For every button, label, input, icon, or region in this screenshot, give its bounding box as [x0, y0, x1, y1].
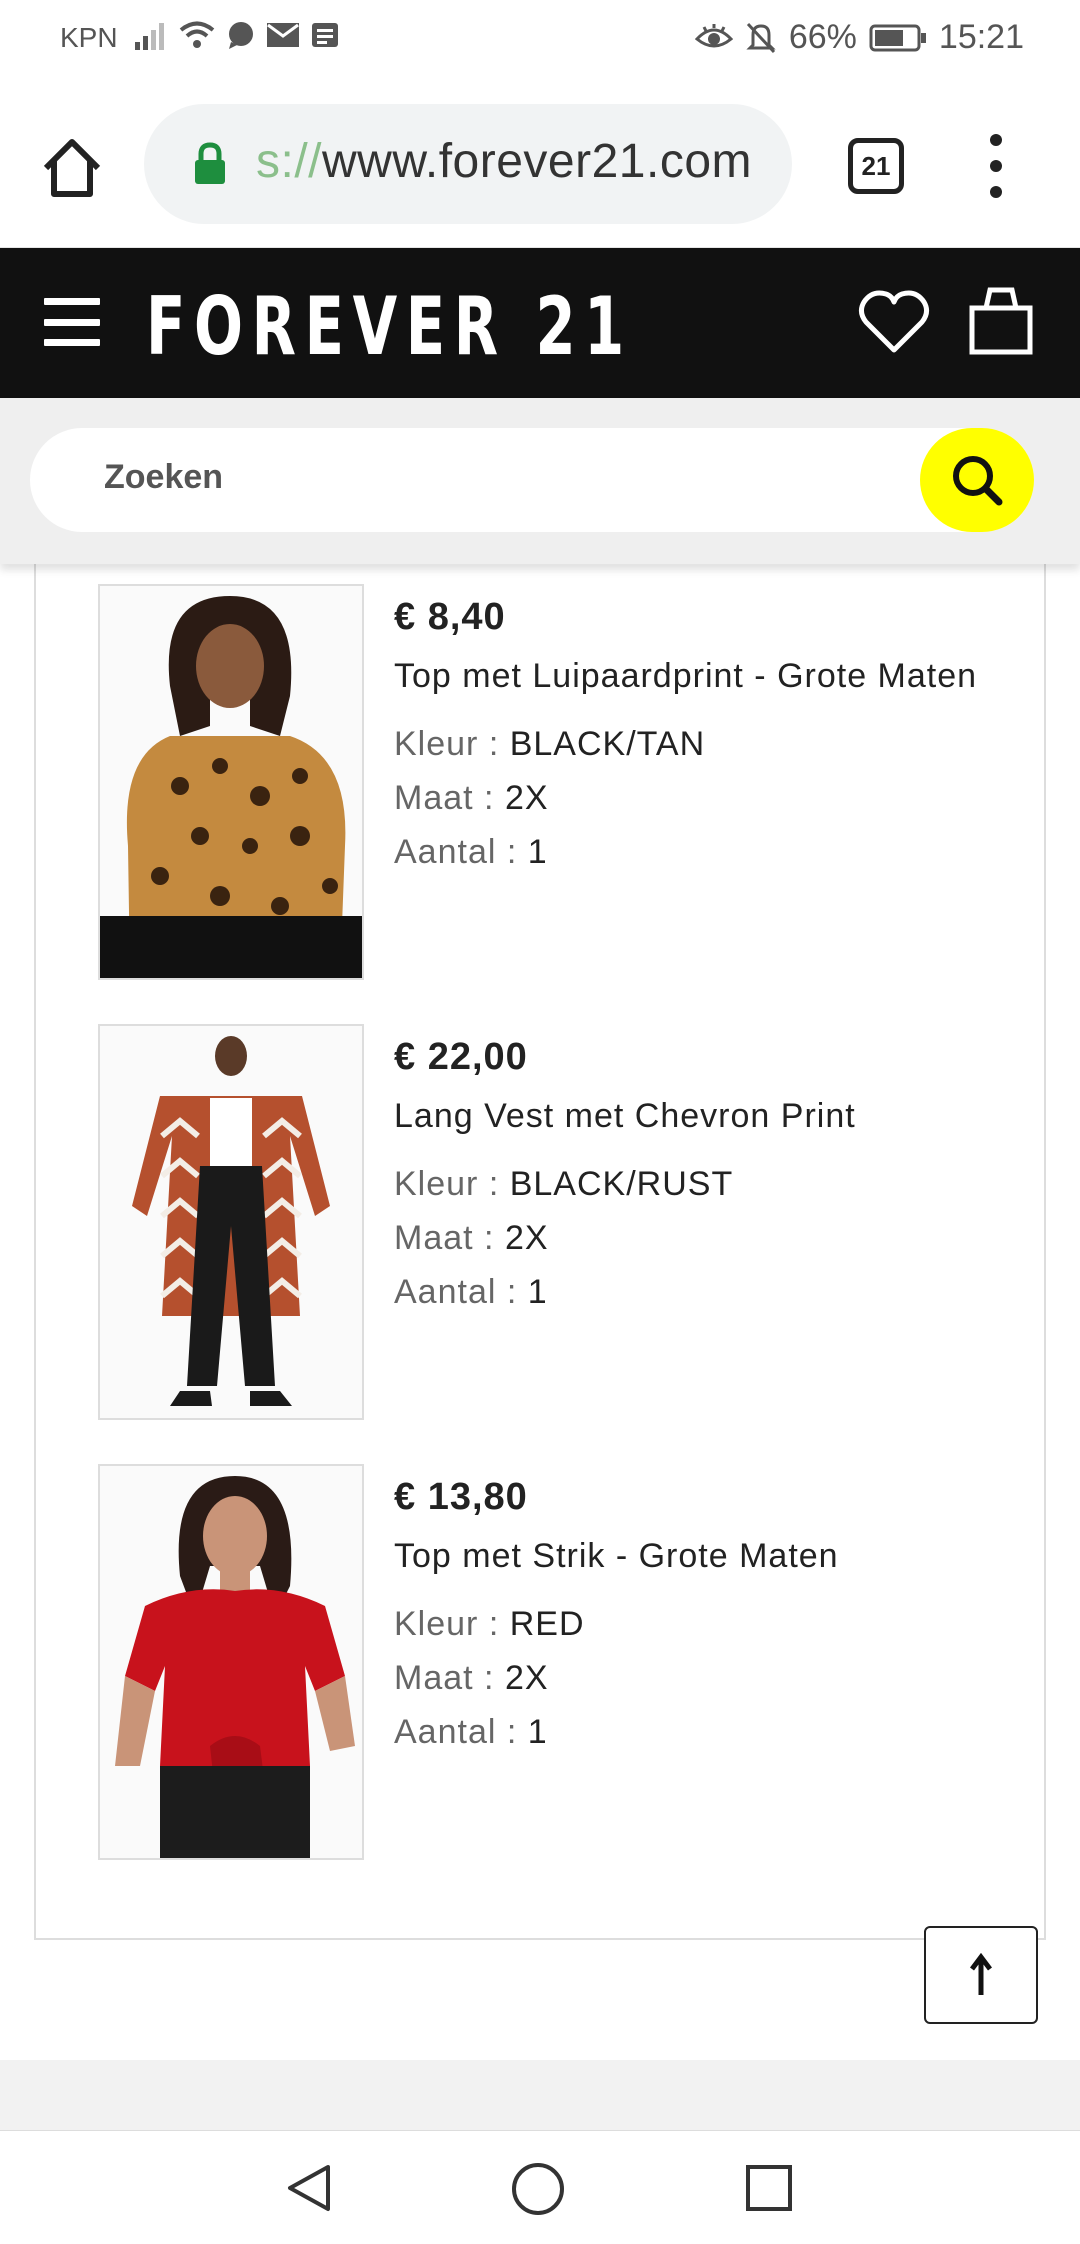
size-value: 2X	[504, 779, 549, 817]
heart-icon	[858, 290, 930, 353]
menu-dot	[990, 160, 1002, 172]
size-label: Maat :	[394, 1659, 505, 1697]
item-price: € 8,40	[394, 596, 506, 638]
bag-icon	[969, 287, 1033, 355]
arrow-up-icon	[970, 1953, 992, 1995]
home-icon	[43, 139, 101, 197]
wishlist-button[interactable]	[856, 284, 932, 360]
chat-icon	[229, 22, 253, 49]
menu-dot	[990, 186, 1002, 198]
list-item: € 8,40 Top met Luipaardprint - Grote Mat…	[98, 584, 998, 980]
color-label: Kleur :	[394, 1605, 510, 1643]
search-input[interactable]: Zoeken	[30, 428, 1034, 532]
size-label: Maat :	[394, 1219, 505, 1257]
item-quantity: Aantal : 1	[394, 1265, 994, 1319]
system-navigation-bar	[0, 2130, 1080, 2244]
qty-value: 1	[527, 833, 548, 871]
search-section: Zoeken	[0, 398, 1080, 564]
item-size: Maat : 2X	[394, 1211, 994, 1265]
order-items-panel: € 8,40 Top met Luipaardprint - Grote Mat…	[34, 540, 1046, 1940]
back-icon[interactable]	[282, 2161, 336, 2215]
qty-value: 1	[527, 1713, 548, 1751]
lock-icon	[195, 142, 225, 184]
item-quantity: Aantal : 1	[394, 825, 994, 879]
mute-bell-icon	[746, 22, 776, 53]
item-info: € 8,40 Top met Luipaardprint - Grote Mat…	[394, 596, 994, 879]
item-quantity: Aantal : 1	[394, 1705, 994, 1759]
footer-band	[0, 2060, 1080, 2130]
color-value: BLACK/TAN	[509, 725, 706, 763]
item-details: Kleur : RED Maat : 2X Aantal : 1	[394, 1597, 994, 1759]
item-color: Kleur : BLACK/TAN	[394, 717, 994, 771]
qty-label: Aantal :	[394, 1273, 528, 1311]
color-value: BLACK/RUST	[509, 1165, 734, 1203]
size-value: 2X	[504, 1659, 549, 1697]
search-button[interactable]	[920, 428, 1034, 532]
item-details: Kleur : BLACK/RUST Maat : 2X Aantal : 1	[394, 1157, 994, 1319]
item-name[interactable]: Lang Vest met Chevron Print	[394, 1093, 994, 1139]
item-price: € 13,80	[394, 1476, 528, 1518]
item-details: Kleur : BLACK/TAN Maat : 2X Aantal : 1	[394, 717, 994, 879]
item-info: € 13,80 Top met Strik - Grote Maten Kleu…	[394, 1476, 994, 1759]
hamburger-line	[44, 298, 100, 305]
menu-dot	[990, 134, 1002, 146]
clock: 15:21	[938, 18, 1024, 56]
search-placeholder: Zoeken	[104, 458, 224, 496]
home-button[interactable]	[36, 132, 108, 204]
item-price: € 22,00	[394, 1036, 528, 1078]
product-image[interactable]	[98, 584, 364, 980]
address-bar[interactable]: s://www.forever21.com	[144, 104, 792, 224]
list-item: € 22,00 Lang Vest met Chevron Print Kleu…	[98, 1024, 998, 1420]
product-image[interactable]	[98, 1464, 364, 1860]
product-image[interactable]	[98, 1024, 364, 1420]
size-value: 2X	[504, 1219, 549, 1257]
brand-logo[interactable]: FOREVER 21	[146, 280, 633, 373]
item-size: Maat : 2X	[394, 771, 994, 825]
home-circle-icon[interactable]	[510, 2161, 566, 2217]
tab-switcher-button[interactable]: 21	[848, 138, 904, 194]
color-label: Kleur :	[394, 1165, 510, 1203]
browser-toolbar: s://www.forever21.com 21	[0, 82, 1080, 248]
carrier-label: KPN	[60, 22, 118, 53]
list-item: € 13,80 Top met Strik - Grote Maten Kleu…	[98, 1464, 998, 1860]
product-photo-chevron-cardigan	[100, 1026, 362, 1418]
status-right: 66% 15:21	[694, 18, 1024, 57]
signal-icon	[135, 23, 164, 50]
hamburger-line	[44, 339, 100, 346]
url-host: www.forever21.com	[322, 135, 752, 188]
qty-label: Aantal :	[394, 1713, 528, 1751]
back-to-top-button[interactable]	[924, 1926, 1038, 2024]
search-icon	[953, 456, 1003, 506]
browser-menu-button[interactable]	[976, 134, 1016, 198]
item-color: Kleur : BLACK/RUST	[394, 1157, 994, 1211]
qty-label: Aantal :	[394, 833, 528, 871]
item-name[interactable]: Top met Luipaardprint - Grote Maten	[394, 653, 994, 699]
news-icon	[312, 23, 338, 47]
status-bar: KPN 66% 15:21	[0, 0, 1080, 82]
status-icons	[134, 20, 340, 50]
hamburger-line	[44, 318, 100, 326]
item-name[interactable]: Top met Strik - Grote Maten	[394, 1533, 994, 1579]
site-header: FOREVER 21	[0, 248, 1080, 398]
item-size: Maat : 2X	[394, 1651, 994, 1705]
product-photo-red-tie-top	[100, 1466, 362, 1858]
hamburger-menu-button[interactable]	[44, 298, 100, 346]
product-photo-leopard-top	[100, 586, 362, 978]
size-label: Maat :	[394, 779, 505, 817]
item-info: € 22,00 Lang Vest met Chevron Print Kleu…	[394, 1036, 994, 1319]
battery-percent: 66%	[788, 18, 857, 56]
eye-comfort-icon	[694, 23, 733, 47]
wifi-icon	[179, 21, 215, 48]
mail-icon	[267, 23, 299, 47]
shopping-bag-button[interactable]	[966, 282, 1036, 358]
recent-apps-icon[interactable]	[744, 2163, 794, 2213]
qty-value: 1	[527, 1273, 548, 1311]
url-scheme: s://	[256, 135, 323, 188]
item-color: Kleur : RED	[394, 1597, 994, 1651]
battery-icon	[869, 24, 926, 51]
color-label: Kleur :	[394, 725, 510, 763]
url-text: s://www.forever21.com	[256, 134, 752, 189]
color-value: RED	[509, 1605, 585, 1643]
